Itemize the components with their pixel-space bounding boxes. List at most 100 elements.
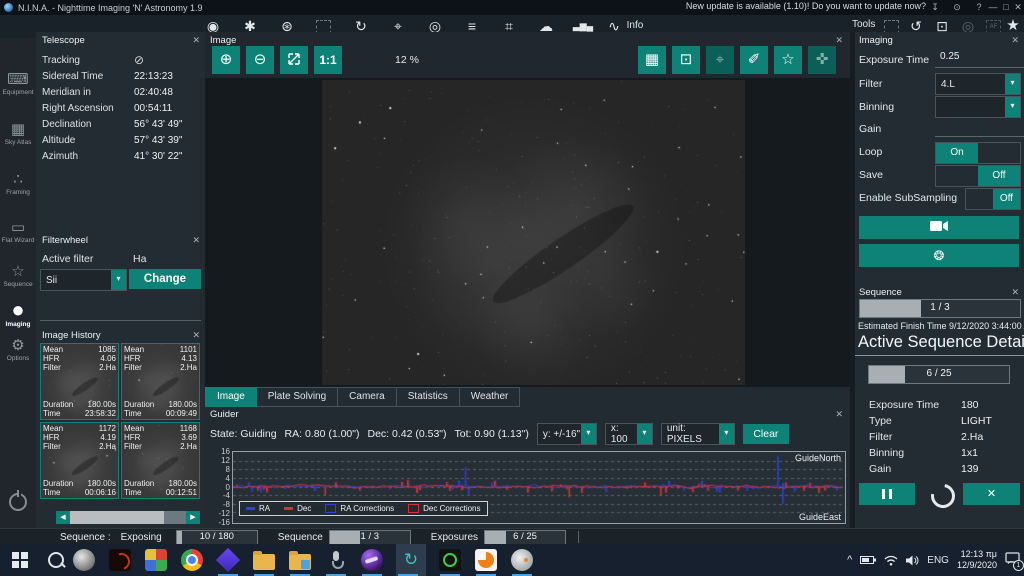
close-icon[interactable]: ✕ bbox=[192, 35, 200, 46]
speaker-icon[interactable] bbox=[906, 555, 919, 566]
orange-app-taskbar-button[interactable] bbox=[474, 544, 498, 576]
stat-label: Duration bbox=[124, 400, 154, 409]
update-banner[interactable]: New update is available (1.10)! Do you w… bbox=[686, 1, 926, 11]
clear-button[interactable]: Clear bbox=[743, 424, 789, 444]
capture-button[interactable]: ❂ bbox=[859, 244, 1019, 267]
close-button[interactable]: ✕ bbox=[1011, 0, 1024, 14]
zoom-out-button[interactable]: ⊖ bbox=[246, 46, 274, 74]
planet-taskbar-button[interactable] bbox=[72, 544, 96, 576]
telescope-row: Azimuth41° 30' 22" bbox=[42, 148, 199, 164]
battery-icon[interactable] bbox=[860, 555, 876, 565]
mic-app-taskbar-button[interactable] bbox=[324, 544, 348, 576]
taskbar-clock[interactable]: 12:13 πμ 12/9/2020 bbox=[957, 549, 997, 571]
telescope-row-value: 57° 43' 39" bbox=[134, 135, 182, 146]
fit-image-button[interactable] bbox=[280, 46, 308, 74]
exposure-time-input[interactable]: 0.25 bbox=[935, 51, 1024, 68]
legend-label: RA bbox=[259, 504, 270, 513]
purple-app-taskbar-button[interactable] bbox=[360, 544, 384, 576]
history-thumbnail[interactable]: Mean1172HFR4.19Filter2.HaDuration180.00s… bbox=[40, 422, 119, 499]
green-app-taskbar-button[interactable] bbox=[438, 544, 462, 576]
sidebar-item-flat-wizard[interactable]: ▭Flat Wizard bbox=[0, 220, 36, 244]
tab-plate-solving[interactable]: Plate Solving bbox=[257, 387, 338, 407]
sidebar-item-sequence[interactable]: ☆Sequence bbox=[0, 264, 36, 288]
platesolve-image-button[interactable]: ⊡ bbox=[672, 46, 700, 74]
folder-blue-taskbar-button[interactable] bbox=[288, 544, 312, 576]
bird-app-taskbar-button[interactable] bbox=[510, 544, 534, 576]
guider-tot: Tot: 0.90 (1.13") bbox=[455, 428, 529, 440]
close-icon[interactable]: ✕ bbox=[1011, 35, 1019, 46]
history-scrollbar[interactable]: ◀ ▶ bbox=[56, 511, 200, 524]
scrollbar-thumb[interactable] bbox=[70, 511, 164, 524]
filter-select[interactable]: Sii ▾ bbox=[40, 269, 127, 291]
tray-chevron-up-icon[interactable]: ^ bbox=[847, 554, 852, 566]
cancel-sequence-button[interactable]: ✕ bbox=[963, 483, 1020, 505]
sidebar-item-framing[interactable]: ∴Framing bbox=[0, 172, 36, 196]
start-liveview-button[interactable] bbox=[859, 216, 1019, 239]
y-scale-select[interactable]: y: +/-16" ▾ bbox=[537, 423, 597, 445]
crosshair-button[interactable]: ⌖ bbox=[706, 46, 734, 74]
notification-center-icon[interactable]: 1 bbox=[1005, 552, 1020, 568]
nina-taskbar-button[interactable]: ↻ bbox=[396, 544, 426, 576]
folder-taskbar-button[interactable] bbox=[252, 544, 276, 576]
status-bar: Sequence : Exposing 10 / 180 Sequence 1 … bbox=[0, 528, 1024, 545]
sidebar-item-options[interactable]: ⚙Options bbox=[0, 338, 36, 362]
zoom-in-button[interactable]: ⊕ bbox=[212, 46, 240, 74]
tab-image[interactable]: Image bbox=[205, 387, 257, 407]
binning-dropdown[interactable]: ▾ bbox=[935, 96, 1021, 118]
sidebar-item-imaging[interactable]: ●Imaging bbox=[0, 300, 36, 328]
history-thumbnail[interactable]: Mean1085HFR4.06Filter2.HaDuration180.00s… bbox=[40, 343, 119, 420]
download-update-icon[interactable]: ↧ bbox=[928, 0, 942, 14]
cube-app-taskbar-button[interactable] bbox=[216, 544, 240, 576]
grid-view-button[interactable]: ▦ bbox=[638, 46, 666, 74]
tab-weather[interactable]: Weather bbox=[460, 387, 521, 407]
minimize-button[interactable]: — bbox=[986, 0, 1000, 14]
sidebar-item-equipment[interactable]: ⌨Equipment bbox=[0, 72, 36, 96]
chrome-taskbar-button[interactable] bbox=[180, 544, 204, 576]
close-icon[interactable]: ✕ bbox=[192, 330, 200, 341]
change-filter-button[interactable]: Change bbox=[129, 269, 201, 289]
taskbar-search-icon[interactable] bbox=[48, 552, 64, 568]
loop-toggle[interactable]: On bbox=[935, 142, 1021, 164]
filter-dropdown[interactable]: 4.L ▾ bbox=[935, 73, 1021, 95]
scrollbar-track[interactable] bbox=[164, 511, 186, 524]
colors-app-taskbar-button[interactable] bbox=[144, 544, 168, 576]
tab-statistics[interactable]: Statistics bbox=[397, 387, 460, 407]
power-button[interactable] bbox=[9, 493, 27, 511]
stat-label: Time bbox=[43, 488, 60, 497]
language-indicator[interactable]: ENG bbox=[927, 555, 949, 566]
wifi-icon[interactable] bbox=[884, 555, 898, 566]
exposure-progress-text: 6 / 25 bbox=[869, 366, 1009, 382]
axis-tick-label: -16 bbox=[218, 518, 230, 527]
star-detect-button[interactable]: ☆ bbox=[774, 46, 802, 74]
subsampling-toggle[interactable]: Off bbox=[965, 188, 1021, 210]
gain-input[interactable] bbox=[935, 120, 1024, 137]
red-app-app-icon bbox=[109, 549, 131, 571]
subsampling-label: Enable SubSampling bbox=[859, 192, 957, 204]
close-icon[interactable]: ✕ bbox=[1011, 287, 1019, 298]
unit-select[interactable]: unit: PIXELS ▾ bbox=[661, 423, 735, 445]
pin-button[interactable]: ✜ bbox=[808, 46, 836, 74]
chevron-down-icon: ▾ bbox=[637, 424, 652, 444]
help-icon[interactable]: ? bbox=[972, 0, 986, 14]
save-toggle[interactable]: Off bbox=[935, 165, 1021, 187]
nina-app-icon: ↻ bbox=[400, 549, 422, 571]
starfield-image[interactable] bbox=[322, 80, 745, 385]
scroll-right-icon[interactable]: ▶ bbox=[186, 511, 200, 524]
one-to-one-button[interactable]: 1:1 bbox=[314, 46, 342, 74]
tab-camera[interactable]: Camera bbox=[338, 387, 397, 407]
stat-label: Mean bbox=[43, 424, 63, 433]
start-button[interactable] bbox=[12, 552, 28, 568]
auto-stretch-button[interactable]: ✐ bbox=[740, 46, 768, 74]
close-icon[interactable]: ✕ bbox=[835, 35, 843, 46]
eye-icon[interactable]: ⊙ bbox=[950, 0, 964, 14]
sequence-detail-row: Filter2.Ha bbox=[869, 429, 1020, 445]
pause-sequence-button[interactable] bbox=[859, 483, 915, 505]
scroll-left-icon[interactable]: ◀ bbox=[56, 511, 70, 524]
history-thumbnail[interactable]: Mean1168HFR3.69Filter2.HaDuration180.00s… bbox=[121, 422, 200, 499]
close-icon[interactable]: ✕ bbox=[835, 409, 843, 420]
close-icon[interactable]: ✕ bbox=[192, 235, 200, 246]
sidebar-item-sky-atlas[interactable]: ▦Sky Atlas bbox=[0, 122, 36, 146]
x-scale-select[interactable]: x: 100 ▾ bbox=[605, 423, 653, 445]
history-thumbnail[interactable]: Mean1101HFR4.13Filter2.HaDuration180.00s… bbox=[121, 343, 200, 420]
red-app-taskbar-button[interactable] bbox=[108, 544, 132, 576]
